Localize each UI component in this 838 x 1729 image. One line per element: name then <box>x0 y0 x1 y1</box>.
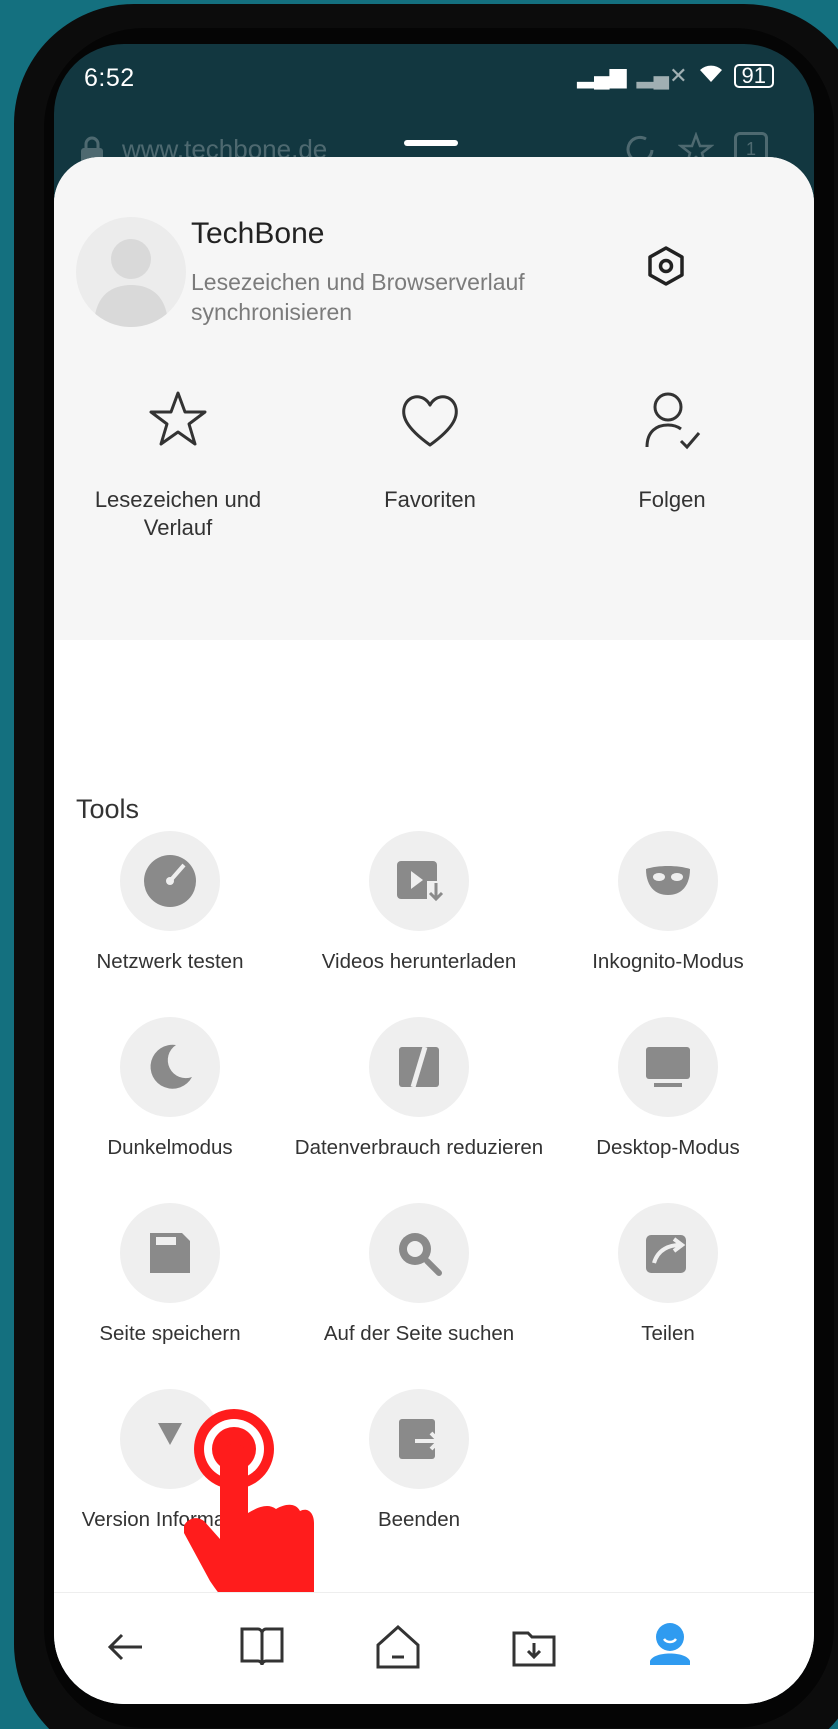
share-icon <box>646 1235 686 1273</box>
profile-name[interactable]: TechBone <box>191 217 324 251</box>
speedometer-icon <box>144 855 196 907</box>
data-saver-icon <box>399 1046 439 1088</box>
tool-label: Teilen <box>641 1322 695 1345</box>
quick-label: Folgen <box>638 487 706 512</box>
wifi-icon <box>698 62 724 90</box>
quick-label: Lesezeichen und Verlauf <box>94 487 262 540</box>
tool-label: Datenverbrauch reduzieren <box>294 1136 544 1159</box>
quick-follow[interactable]: Folgen <box>552 385 792 514</box>
tool-incognito[interactable]: Inkognito-Modus <box>543 831 793 975</box>
tap-hand-icon <box>184 1409 314 1603</box>
signal-icon: ▂▄▆ <box>577 63 627 88</box>
mask-icon <box>646 866 690 895</box>
heart-icon <box>402 395 458 447</box>
book-icon[interactable] <box>232 1615 292 1675</box>
tool-data-saver[interactable]: Datenverbrauch reduzieren <box>294 1017 544 1161</box>
moon-icon <box>150 1044 192 1089</box>
search-icon <box>399 1233 442 1276</box>
video-download-icon <box>397 861 445 903</box>
profile-icon[interactable] <box>640 1615 700 1675</box>
star-icon <box>149 391 207 446</box>
tool-label: Dunkelmodus <box>107 1136 233 1159</box>
sheet-handle[interactable] <box>404 140 458 146</box>
tool-share[interactable]: Teilen <box>543 1203 793 1347</box>
tool-dark-mode[interactable]: Dunkelmodus <box>54 1017 295 1161</box>
back-arrow-icon[interactable] <box>96 1615 156 1675</box>
tool-label: Seite speichern <box>99 1322 241 1345</box>
tool-desktop-mode[interactable]: Desktop-Modus <box>543 1017 793 1161</box>
monitor-icon <box>646 1047 690 1087</box>
exit-icon <box>399 1419 442 1459</box>
tool-label: Videos herunterladen <box>321 950 517 973</box>
status-bar: 6:52 ▂▄▆ ▂▄✕ 91 <box>54 44 814 124</box>
tool-label: Auf der Seite suchen <box>323 1322 515 1345</box>
menu-sheet: TechBone Lesezeichen und Browserverlauf … <box>54 157 814 1704</box>
signal-weak-icon: ▂▄✕ <box>636 63 688 88</box>
user-check-icon <box>645 392 701 450</box>
tool-label: Desktop-Modus <box>596 1136 740 1159</box>
tool-find-in-page[interactable]: Auf der Seite suchen <box>294 1203 544 1347</box>
quick-favorites[interactable]: Favoriten <box>310 385 550 514</box>
phone-screen: 6:52 ▂▄▆ ▂▄✕ 91 www.techbone.de 1 TechBo… <box>54 44 814 1704</box>
tool-label: Inkognito-Modus <box>592 950 744 973</box>
tool-save-page[interactable]: Seite speichern <box>54 1203 295 1347</box>
tool-video-download[interactable]: Videos herunterladen <box>294 831 544 975</box>
battery-indicator: 91 <box>733 64 774 88</box>
tool-network-test[interactable]: Netzwerk testen <box>54 831 295 975</box>
tools-heading: Tools <box>76 794 140 824</box>
quick-bookmarks-history[interactable]: Lesezeichen und Verlauf <box>58 385 298 542</box>
save-icon <box>150 1233 190 1273</box>
quick-label: Favoriten <box>384 487 476 512</box>
downloads-folder-icon[interactable] <box>504 1615 564 1675</box>
settings-hex-icon[interactable] <box>642 242 690 290</box>
bottom-nav <box>54 1592 814 1704</box>
avatar[interactable] <box>76 217 186 327</box>
status-time: 6:52 <box>84 64 135 92</box>
status-icons: ▂▄▆ ▂▄✕ 91 <box>577 62 774 90</box>
tool-label: Netzwerk testen <box>96 950 244 973</box>
home-icon[interactable] <box>368 1615 428 1675</box>
profile-subtitle[interactable]: Lesezeichen und Browserverlauf synchroni… <box>191 267 611 327</box>
